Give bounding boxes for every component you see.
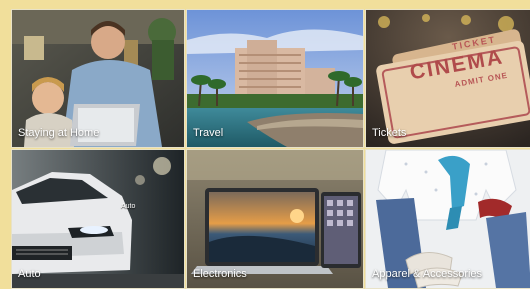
- tile-label: Staying at Home: [18, 127, 100, 139]
- category-tile-tickets[interactable]: TICKET CINEMA ADMIT ONE Tickets: [365, 9, 530, 148]
- category-tile-travel[interactable]: Travel: [186, 9, 364, 148]
- auto-badge: Auto: [121, 203, 136, 210]
- tile-label: Apparel & Accessories: [372, 268, 483, 280]
- category-tile-electronics[interactable]: Electronics: [186, 149, 364, 289]
- category-grid: Staying at Home Travel TICKET CINEMA ADM…: [0, 0, 530, 289]
- category-tile-auto[interactable]: Auto Auto: [11, 149, 185, 289]
- tile-label: Travel: [193, 127, 224, 139]
- category-tile-staying-at-home[interactable]: Staying at Home: [11, 9, 185, 148]
- category-tile-apparel-accessories[interactable]: Apparel & Accessories: [365, 149, 530, 289]
- tile-label: Auto: [18, 268, 41, 280]
- tile-label: Tickets: [372, 127, 407, 139]
- tile-label: Electronics: [193, 268, 247, 280]
